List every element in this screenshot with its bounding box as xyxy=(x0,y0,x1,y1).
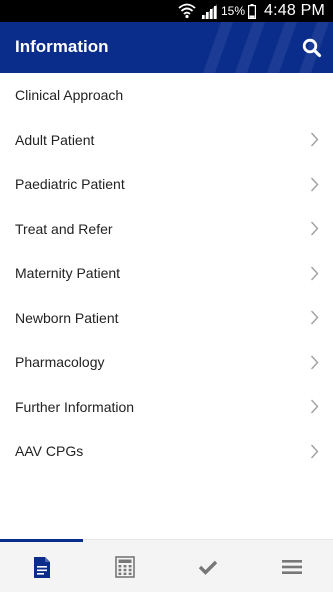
chevron-right-icon xyxy=(310,177,319,192)
menu-item-clinical-approach[interactable]: Clinical Approach xyxy=(0,73,333,118)
menu-item-label: Pharmacology xyxy=(15,354,105,371)
menu-item-label: Maternity Patient xyxy=(15,265,121,282)
menu-item-further-information[interactable]: Further Information xyxy=(0,385,333,430)
menu-item-adult-patient[interactable]: Adult Patient xyxy=(0,118,333,163)
menu-item-label: Further Information xyxy=(15,398,135,415)
menu-item-label: Treat and Refer xyxy=(15,220,113,237)
tab-checklist[interactable] xyxy=(166,542,249,592)
page-title: Information xyxy=(15,37,109,56)
tab-menu[interactable] xyxy=(250,542,333,592)
status-bar: 15% 4:48 PM xyxy=(0,0,333,22)
hamburger-menu-icon xyxy=(281,560,302,574)
checkmark-icon xyxy=(198,560,217,575)
menu-item-aav-cpgs[interactable]: AAV CPGs xyxy=(0,429,333,474)
clock: 4:48 PM xyxy=(264,2,325,19)
bottom-navigation xyxy=(0,539,333,592)
chevron-right-icon xyxy=(310,132,319,147)
information-menu-list: Clinical Approach Adult Patient Paediatr… xyxy=(0,73,333,474)
menu-item-label: Paediatric Patient xyxy=(15,176,125,193)
search-icon xyxy=(302,38,322,58)
chevron-right-icon xyxy=(310,355,319,370)
document-icon xyxy=(33,556,50,578)
menu-item-label: AAV CPGs xyxy=(15,443,84,460)
menu-item-maternity-patient[interactable]: Maternity Patient xyxy=(0,251,333,296)
tab-documents[interactable] xyxy=(0,542,83,592)
menu-item-newborn-patient[interactable]: Newborn Patient xyxy=(0,296,333,341)
battery-percent: 15% xyxy=(220,4,245,18)
chevron-right-icon xyxy=(310,221,319,236)
menu-item-treat-and-refer[interactable]: Treat and Refer xyxy=(0,207,333,252)
tab-calculator[interactable] xyxy=(83,542,166,592)
calculator-icon xyxy=(114,556,135,578)
menu-item-label: Newborn Patient xyxy=(15,309,119,326)
search-button[interactable] xyxy=(299,35,325,61)
menu-item-label: Adult Patient xyxy=(15,131,95,148)
menu-item-label: Clinical Approach xyxy=(15,87,124,104)
wifi-icon xyxy=(178,3,196,19)
menu-item-pharmacology[interactable]: Pharmacology xyxy=(0,340,333,385)
app-header: Information xyxy=(0,22,333,73)
chevron-right-icon xyxy=(310,444,319,459)
menu-item-paediatric-patient[interactable]: Paediatric Patient xyxy=(0,162,333,207)
chevron-right-icon xyxy=(310,266,319,281)
chevron-right-icon xyxy=(310,310,319,325)
battery-icon xyxy=(248,3,256,19)
chevron-right-icon xyxy=(310,399,319,414)
signal-icon xyxy=(200,3,217,19)
